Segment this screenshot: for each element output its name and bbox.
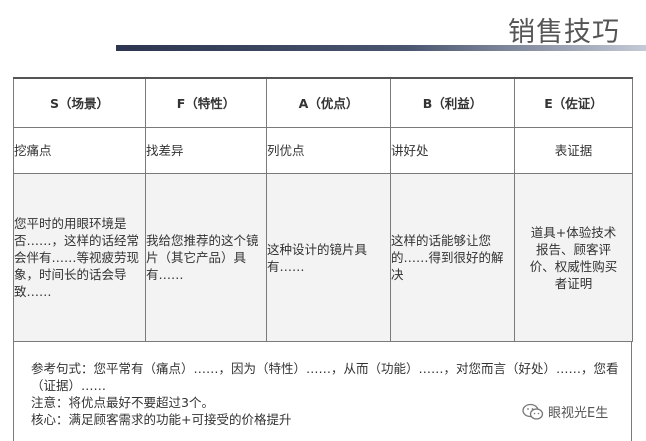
table-description-row: 您平时的用眼环境是否……，这样的话经常会伴有……等视疲劳现象，时间长的话会导致…… [13,173,633,342]
header-advantage: A（优点） [266,77,391,128]
watermark-text: 眼视光E生 [548,406,609,421]
page-title: 销售技巧 [508,17,620,48]
title-underline-bar [116,45,646,51]
subheader-benefit: 讲好处 [390,127,515,174]
watermark: 眼视光E生 [522,402,608,421]
sales-technique-table: S（场景） F（特性） A（优点） B（利益） E（佐证） 挖痛点 找差异 列优… [13,77,633,342]
header-feature: F（特性） [145,77,267,128]
description-evidence: 道具+体验技术报告、顾客评价、权威性购买者证明 [514,173,633,342]
subheader-feature: 找差异 [145,127,267,174]
wechat-icon [522,403,544,421]
header-benefit: B（利益） [390,77,515,128]
description-advantage: 这种设计的镜片具有…… [266,173,391,342]
notes-box: 参考句式：您平常有（痛点）……，因为（特性）……，从而（功能）……，对您而言（好… [13,341,632,441]
reference-sentence: 参考句式：您平常有（痛点）……，因为（特性）……，从而（功能）……，对您而言（好… [31,361,619,393]
header-scene: S（场景） [13,77,146,128]
description-feature: 我给您推荐的这个镜片（其它产品）具有…… [145,173,267,342]
table-header-row: S（场景） F（特性） A（优点） B（利益） E（佐证） [13,77,633,128]
subheader-evidence: 表证据 [514,127,633,174]
subheader-advantage: 列优点 [266,127,391,174]
header-evidence: E（佐证） [514,77,633,128]
table-subheader-row: 挖痛点 找差异 列优点 讲好处 表证据 [13,127,633,174]
subheader-scene: 挖痛点 [13,127,146,174]
description-benefit: 这样的话能够让您的……得到很好的解决 [390,173,515,342]
description-scene: 您平时的用眼环境是否……，这样的话经常会伴有……等视疲劳现象，时间长的话会导致…… [13,173,146,342]
